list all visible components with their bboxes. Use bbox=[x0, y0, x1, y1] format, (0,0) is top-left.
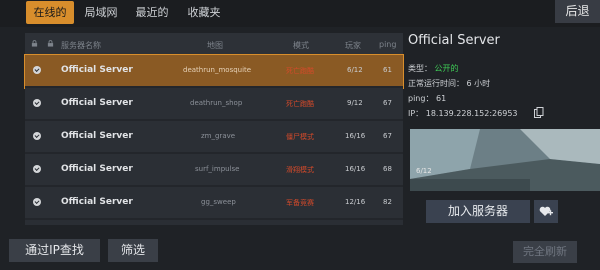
back-button[interactable]: 后退 bbox=[555, 0, 600, 23]
server-browser: 在线的 局域网 最近的 收藏夹 后退 服务器名称 地图 模式 玩家 ping O… bbox=[0, 0, 600, 270]
lock-icon bbox=[47, 40, 54, 47]
uptime-value: 6 小时 bbox=[466, 79, 491, 88]
type-value: 公开的 bbox=[434, 64, 459, 73]
add-favorite-button[interactable] bbox=[534, 200, 558, 223]
tab-lan[interactable]: 局域网 bbox=[79, 1, 123, 24]
map-preview-image bbox=[410, 129, 600, 191]
server-mode: 滑翔模式 bbox=[286, 166, 314, 174]
tab-online[interactable]: 在线的 bbox=[26, 1, 74, 24]
server-mode: 军备竞赛 bbox=[286, 199, 314, 207]
check-icon bbox=[33, 165, 41, 173]
details-uptime: 正常运行时间： 6 小时 bbox=[408, 78, 490, 89]
find-by-ip-button[interactable]: 通过IP查找 bbox=[9, 239, 100, 262]
server-players: 12/16 bbox=[345, 198, 366, 206]
server-players: 16/16 bbox=[345, 165, 366, 173]
details-ping: ping： 61 bbox=[408, 93, 446, 104]
server-name: Official Server bbox=[61, 98, 133, 108]
header-players[interactable]: 玩家 bbox=[345, 40, 361, 51]
header-map[interactable]: 地图 bbox=[207, 40, 223, 51]
check-icon bbox=[33, 198, 41, 206]
details-title: Official Server bbox=[408, 33, 500, 48]
server-ping: 61 bbox=[383, 66, 392, 74]
server-table: 服务器名称 地图 模式 玩家 ping Official Server deat… bbox=[24, 33, 404, 225]
tab-recent[interactable]: 最近的 bbox=[130, 1, 174, 24]
details-ip: IP： 18.139.228.152:26953 bbox=[408, 107, 544, 119]
full-refresh-button[interactable]: 完全刷新 bbox=[513, 241, 577, 263]
header-ping[interactable]: ping bbox=[379, 40, 396, 49]
table-row[interactable]: Official Server zm_grave 僵尸模式 16/16 67 bbox=[25, 121, 403, 154]
join-server-button[interactable]: 加入服务器 bbox=[426, 200, 530, 223]
server-list: Official Server deathrun_mosquite 死亡跑酷 6… bbox=[24, 54, 404, 220]
map-preview: 6/12 bbox=[410, 129, 600, 191]
uptime-label: 正常运行时间： bbox=[408, 79, 464, 88]
server-name: Official Server bbox=[61, 164, 133, 174]
ping-value: 61 bbox=[436, 94, 447, 103]
server-players: 16/16 bbox=[345, 132, 366, 140]
type-label: 类型： bbox=[408, 64, 432, 73]
header-mode[interactable]: 模式 bbox=[293, 40, 309, 51]
tab-favorites[interactable]: 收藏夹 bbox=[180, 1, 228, 24]
server-players: 6/12 bbox=[347, 66, 363, 74]
details-type: 类型： 公开的 bbox=[408, 63, 459, 74]
heart-plus-icon bbox=[539, 206, 553, 216]
lock-icon bbox=[31, 40, 38, 47]
table-header: 服务器名称 地图 模式 玩家 ping bbox=[25, 33, 403, 55]
header-name[interactable]: 服务器名称 bbox=[61, 40, 101, 51]
preview-player-count: 6/12 bbox=[416, 167, 432, 175]
server-mode: 死亡跑酷 bbox=[286, 100, 314, 108]
server-map: deathrun_shop bbox=[190, 99, 243, 107]
server-ping: 68 bbox=[383, 165, 392, 173]
ping-label: ping： bbox=[408, 94, 434, 103]
table-row[interactable]: Official Server gg_sweep 军备竞赛 12/16 82 bbox=[25, 187, 403, 220]
server-map: gg_sweep bbox=[201, 198, 236, 206]
table-row[interactable]: Official Server surf_impulse 滑翔模式 16/16 … bbox=[25, 154, 403, 187]
top-bar: 在线的 局域网 最近的 收藏夹 后退 bbox=[0, 0, 600, 27]
server-mode: 僵尸模式 bbox=[286, 133, 314, 141]
server-ping: 67 bbox=[383, 99, 392, 107]
server-mode: 死亡跑酷 bbox=[286, 67, 314, 75]
table-row[interactable]: Official Server deathrun_shop 死亡跑酷 9/12 … bbox=[25, 88, 403, 121]
server-name: Official Server bbox=[61, 197, 133, 207]
server-players: 9/12 bbox=[347, 99, 363, 107]
server-details: Official Server 类型： 公开的 正常运行时间： 6 小时 pin… bbox=[408, 33, 600, 118]
ip-value: 18.139.228.152:26953 bbox=[425, 109, 518, 118]
server-map: surf_impulse bbox=[195, 165, 240, 173]
server-map: deathrun_mosquite bbox=[183, 66, 252, 74]
filter-button[interactable]: 筛选 bbox=[108, 239, 158, 262]
ip-label: IP： bbox=[408, 109, 424, 118]
copy-icon[interactable] bbox=[534, 107, 544, 118]
check-icon bbox=[33, 132, 41, 140]
check-icon bbox=[33, 66, 41, 74]
server-name: Official Server bbox=[61, 131, 133, 141]
server-name: Official Server bbox=[61, 65, 133, 75]
server-ping: 82 bbox=[383, 198, 392, 206]
table-row[interactable]: Official Server deathrun_mosquite 死亡跑酷 6… bbox=[24, 54, 404, 89]
check-icon bbox=[33, 99, 41, 107]
server-ping: 67 bbox=[383, 132, 392, 140]
server-map: zm_grave bbox=[201, 132, 236, 140]
